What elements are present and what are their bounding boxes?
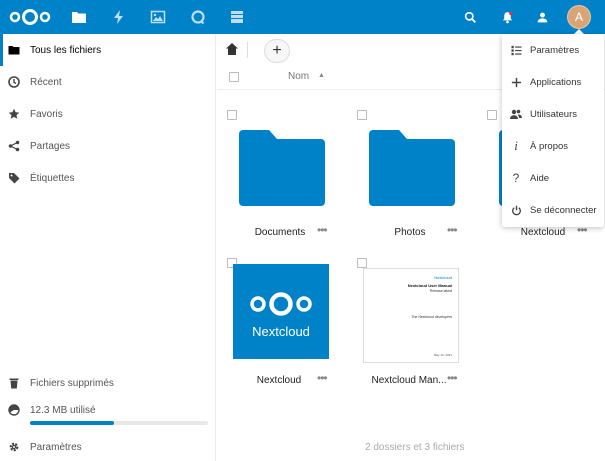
nextcloud-logo[interactable] — [8, 7, 52, 27]
pie-chart-icon — [8, 404, 20, 416]
menu-item-label: Se déconnecter — [530, 204, 597, 216]
clock-icon — [8, 76, 20, 88]
menu-item-about[interactable]: i À propos — [502, 130, 604, 162]
avatar[interactable]: A — [567, 5, 591, 29]
folder-icon — [8, 44, 20, 56]
trash-icon — [8, 377, 20, 389]
quota-bar — [30, 421, 208, 425]
pdf-subtitle: Release latest — [429, 289, 452, 293]
menu-item-label: Paramètres — [530, 44, 580, 56]
file-summary: 2 dossiers et 3 fichiers — [365, 442, 465, 453]
sidebar-item-label: Paramètres — [30, 441, 82, 453]
file-item-nextcloud-image[interactable]: Nextcloud Nextcloud ••• — [227, 258, 347, 398]
share-icon — [8, 140, 20, 152]
select-all-checkbox[interactable] — [229, 72, 239, 82]
nextcloud-wordmark: Nextcloud — [252, 324, 310, 339]
settings-menu: Paramètres Applications Utilisateurs i À… — [502, 34, 604, 227]
users-icon — [510, 108, 522, 120]
files-icon[interactable] — [69, 7, 89, 27]
more-icon[interactable]: ••• — [317, 223, 328, 237]
pdf-title: Nextcloud User Manual — [407, 283, 452, 288]
more-icon[interactable]: ••• — [317, 371, 328, 385]
menu-item-applications[interactable]: Applications — [502, 66, 604, 98]
app-navigation: Tous les fichiers Récent Favoris Partage… — [0, 34, 216, 461]
sidebar-item-all-files[interactable]: Tous les fichiers — [0, 34, 215, 66]
breadcrumb-divider — [247, 42, 248, 58]
menu-item-logout[interactable]: Se déconnecter — [502, 194, 604, 226]
pdf-date: May 13, 2021 — [433, 353, 452, 357]
quota-fill — [30, 421, 114, 425]
search-icon[interactable] — [460, 7, 480, 27]
power-icon — [510, 204, 522, 216]
pdf-thumbnail: Nextcloud Nextcloud User Manual Release … — [363, 268, 459, 363]
menu-item-settings[interactable]: Paramètres — [502, 34, 604, 66]
contacts-icon[interactable] — [532, 7, 552, 27]
tag-icon — [8, 172, 20, 184]
quota-label: 12.3 MB utilisé — [30, 404, 96, 416]
sidebar-item-shares[interactable]: Partages — [0, 130, 215, 162]
menu-item-users[interactable]: Utilisateurs — [502, 98, 604, 130]
help-icon: ? — [512, 171, 520, 185]
sidebar-item-tags[interactable]: Étiquettes — [0, 162, 215, 194]
pdf-authors: The Nextcloud developers — [411, 315, 452, 319]
nextcloud-logo — [250, 292, 312, 316]
menu-item-label: Aide — [530, 172, 550, 184]
deck-icon[interactable] — [227, 7, 247, 27]
gear-icon — [8, 441, 20, 453]
folder-icon — [369, 130, 455, 206]
add-button-label: + — [272, 42, 282, 59]
sidebar-item-label: Partages — [30, 140, 71, 152]
sidebar-item-recent[interactable]: Récent — [0, 66, 215, 98]
sidebar-item-label: Récent — [30, 76, 62, 88]
menu-item-label: Applications — [530, 76, 582, 88]
pdf-brand: Nextcloud — [434, 275, 452, 280]
menu-item-label: Utilisateurs — [530, 108, 577, 120]
file-item-documents[interactable]: Documents ••• — [227, 110, 347, 250]
menu-item-help[interactable]: ? Aide — [502, 162, 604, 194]
sidebar-item-favorites[interactable]: Favoris — [0, 98, 215, 130]
activity-icon[interactable] — [109, 7, 129, 27]
file-item-photos[interactable]: Photos ••• — [357, 110, 477, 250]
file-item-nextcloud-manual[interactable]: Nextcloud Nextcloud User Manual Release … — [357, 258, 477, 398]
sort-by-name[interactable]: Nom — [288, 71, 309, 82]
folder-icon — [239, 130, 325, 206]
file-checkbox[interactable] — [487, 110, 497, 120]
file-name: Nextcloud Man... — [371, 375, 447, 386]
add-button[interactable]: + — [264, 39, 290, 63]
sidebar-item-label: Tous les fichiers — [30, 44, 102, 56]
file-name: Photos — [394, 227, 426, 238]
file-checkbox[interactable] — [227, 110, 237, 120]
star-icon — [8, 108, 20, 120]
sidebar-item-settings[interactable]: Paramètres — [0, 431, 215, 461]
more-icon[interactable]: ••• — [447, 223, 458, 237]
avatar-letter: A — [574, 10, 583, 24]
image-thumbnail: Nextcloud — [233, 264, 329, 359]
menu-item-label: À propos — [530, 140, 569, 152]
more-icon[interactable]: ••• — [447, 371, 458, 385]
file-checkbox[interactable] — [357, 110, 367, 120]
info-icon: i — [514, 138, 518, 153]
top-header: A — [0, 0, 605, 34]
settings-list-icon — [510, 44, 522, 56]
file-name: Nextcloud — [520, 227, 566, 238]
gallery-icon[interactable] — [148, 7, 168, 27]
file-name: Nextcloud — [256, 375, 302, 386]
sidebar-item-label: Étiquettes — [30, 172, 75, 184]
file-name: Documents — [254, 227, 306, 238]
sidebar-item-label: Fichiers supprimés — [30, 377, 114, 389]
talk-icon[interactable] — [188, 7, 208, 27]
notifications-icon[interactable] — [497, 7, 517, 27]
sort-arrow-icon: ▲ — [318, 72, 325, 79]
home-icon[interactable] — [225, 42, 239, 56]
plus-icon — [510, 76, 522, 88]
sidebar-item-label: Favoris — [30, 108, 63, 120]
file-checkbox[interactable] — [357, 258, 367, 268]
